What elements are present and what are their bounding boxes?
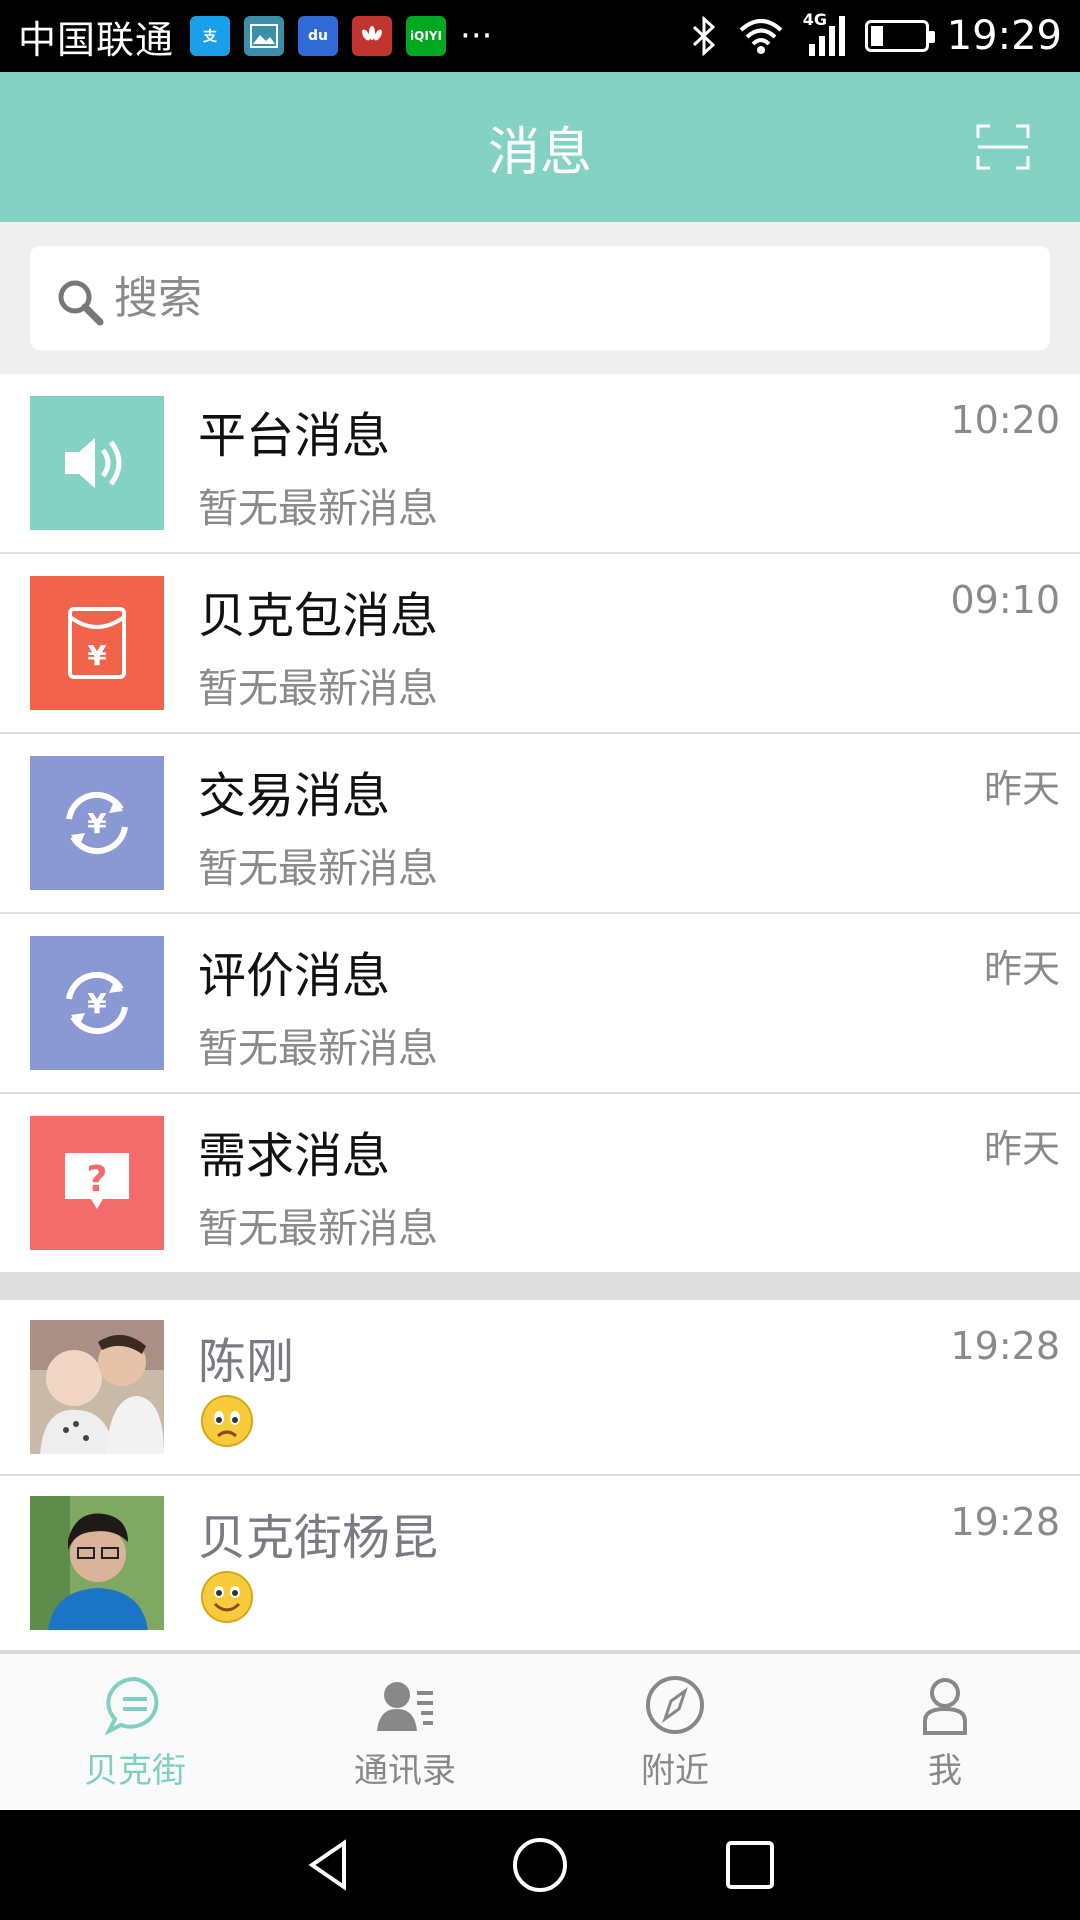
scan-icon[interactable] [976,124,1030,170]
item-subtitle: 暂无最新消息 [198,846,438,892]
item-time: 昨天 [983,767,1060,811]
chat-time: 19:28 [950,1324,1060,1368]
item-subtitle: 暂无最新消息 [198,1026,438,1072]
title-bar: 消息 [0,72,1080,222]
contacts-icon [377,1681,433,1731]
battery-icon [864,20,935,52]
search-box[interactable] [30,246,1050,350]
list-item-trade[interactable]: ¥ 交易消息 暂无最新消息 昨天 [0,734,1080,914]
chat-bubble-icon [104,1676,159,1735]
item-title: 评价消息 [198,948,391,1004]
gallery-icon [244,16,285,56]
tab-contacts[interactable]: 通讯录 [270,1654,540,1810]
search-input[interactable] [114,272,1014,324]
item-title: 交易消息 [198,768,391,824]
item-time: 10:20 [950,398,1060,442]
carrier-label: 中国联通 [18,17,175,62]
compass-icon [646,1675,704,1734]
chat-list: 陈刚 19:28 贝克街杨昆 19:28 [0,1300,1080,1652]
svg-text:?: ? [87,1159,108,1200]
baidu-icon: du [298,16,339,56]
status-right: 4G 19:29 [689,10,1062,59]
system-nav-bar [0,1810,1080,1920]
item-time: 昨天 [983,947,1060,991]
avatar [30,1320,164,1454]
chat-name: 陈刚 [198,1334,295,1390]
item-title: 贝克包消息 [198,588,439,644]
app-screen: 中国联通 支 du iQIYI ··· 4G 19:29 消息 搜索 平台消息 … [0,0,1080,1920]
iqiyi-icon: iQIYI [406,16,447,56]
page-title: 消息 [487,122,592,183]
list-item-review[interactable]: ¥ 评价消息 暂无最新消息 昨天 [0,914,1080,1094]
yuan-exchange-icon: ¥ [30,756,164,890]
search-icon [58,280,104,326]
question-bubble-icon: ? [30,1116,164,1250]
item-subtitle: 暂无最新消息 [198,666,438,712]
status-bar: 中国联通 支 du iQIYI ··· 4G 19:29 [0,0,1080,72]
alipay-icon: 支 [190,16,231,56]
avatar [30,1496,164,1630]
svg-text:¥: ¥ [87,807,107,840]
svg-text:¥: ¥ [87,639,107,672]
chat-time: 19:28 [950,1500,1060,1544]
item-time: 昨天 [983,1127,1060,1171]
item-title: 平台消息 [198,408,391,464]
list-item-platform[interactable]: 平台消息 暂无最新消息 10:20 [0,374,1080,554]
tab-me[interactable]: 我 [810,1654,1080,1810]
bluetooth-icon [692,15,715,57]
item-subtitle: 暂无最新消息 [198,1206,438,1252]
person-icon [923,1677,967,1735]
item-title: 需求消息 [198,1128,391,1184]
tab-label: 通讯录 [354,1750,456,1791]
red-envelope-icon: ¥ [30,576,164,710]
chat-item[interactable]: 贝克街杨昆 19:28 [0,1476,1080,1652]
notification-icons: 支 du iQIYI [190,16,447,56]
section-divider [0,1272,1080,1300]
worried-emoji-icon [201,1395,253,1447]
chat-item[interactable]: 陈刚 19:28 [0,1300,1080,1476]
home-icon[interactable] [510,1835,570,1895]
system-message-list: 平台消息 暂无最新消息 10:20 ¥ 贝克包消息 暂无最新消息 09:10 ¥… [0,374,1080,1274]
tab-beikejie[interactable]: 贝克街 [0,1654,270,1810]
tab-label: 附近 [641,1750,709,1791]
more-notifications-icon: ··· [460,16,493,56]
svg-text:¥: ¥ [87,987,107,1020]
bottom-tab-bar: 贝克街 通讯录 附近 我 [0,1652,1080,1810]
wifi-icon [739,19,783,54]
list-item-beikebao[interactable]: ¥ 贝克包消息 暂无最新消息 09:10 [0,554,1080,734]
signal-icon: 4G [803,10,847,58]
tab-label: 贝克街 [84,1750,186,1791]
chat-name: 贝克街杨昆 [198,1510,439,1566]
tab-nearby[interactable]: 附近 [540,1654,810,1810]
item-subtitle: 暂无最新消息 [198,486,438,532]
tab-label: 我 [928,1750,962,1791]
item-time: 09:10 [950,578,1060,622]
huawei-icon [352,16,393,56]
speaker-icon [30,396,164,530]
list-item-demand[interactable]: ? 需求消息 暂无最新消息 昨天 [0,1094,1080,1274]
back-icon[interactable] [300,1835,360,1895]
recents-icon[interactable] [720,1835,780,1895]
clock: 19:29 [946,13,1062,59]
search-area [0,222,1080,374]
smile-emoji-icon [201,1571,253,1623]
yuan-exchange-icon: ¥ [30,936,164,1070]
